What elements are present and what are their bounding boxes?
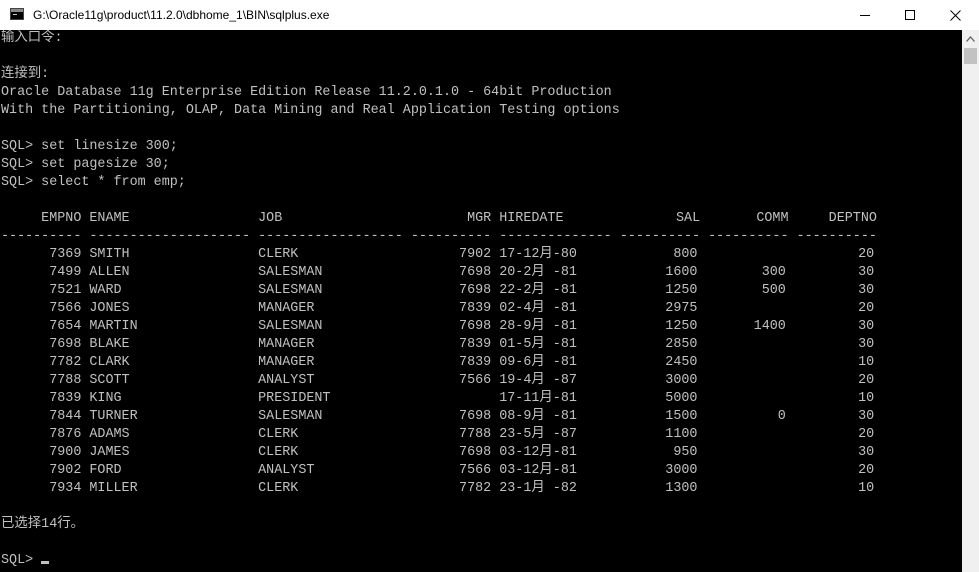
console-output: 输入口令: 连接到: Oracle Database 11g Enterpris… [1,31,877,568]
text-cursor [41,561,50,564]
scroll-up-button[interactable] [962,30,979,47]
console-window-icon[interactable] [10,8,24,20]
minimize-icon [860,15,870,16]
vertical-scrollbar[interactable] [962,30,979,572]
title-bar[interactable]: G:\Oracle11g\product\11.2.0\dbhome_1\BIN… [0,0,979,30]
console-text: 输入口令: 连接到: Oracle Database 11g Enterpris… [1,30,877,570]
maximize-button[interactable] [887,0,933,30]
close-button[interactable] [932,0,978,30]
maximize-icon [905,10,915,20]
scrollbar-thumb[interactable] [964,48,977,64]
console-window: G:\Oracle11g\product\11.2.0\dbhome_1\BIN… [0,0,979,572]
terminal-output-area[interactable]: 输入口令: 连接到: Oracle Database 11g Enterpris… [0,30,962,572]
close-icon [949,9,961,21]
chevron-up-icon [966,35,975,42]
window-title: G:\Oracle11g\product\11.2.0\dbhome_1\BIN… [33,8,330,22]
minimize-button[interactable] [842,0,888,30]
